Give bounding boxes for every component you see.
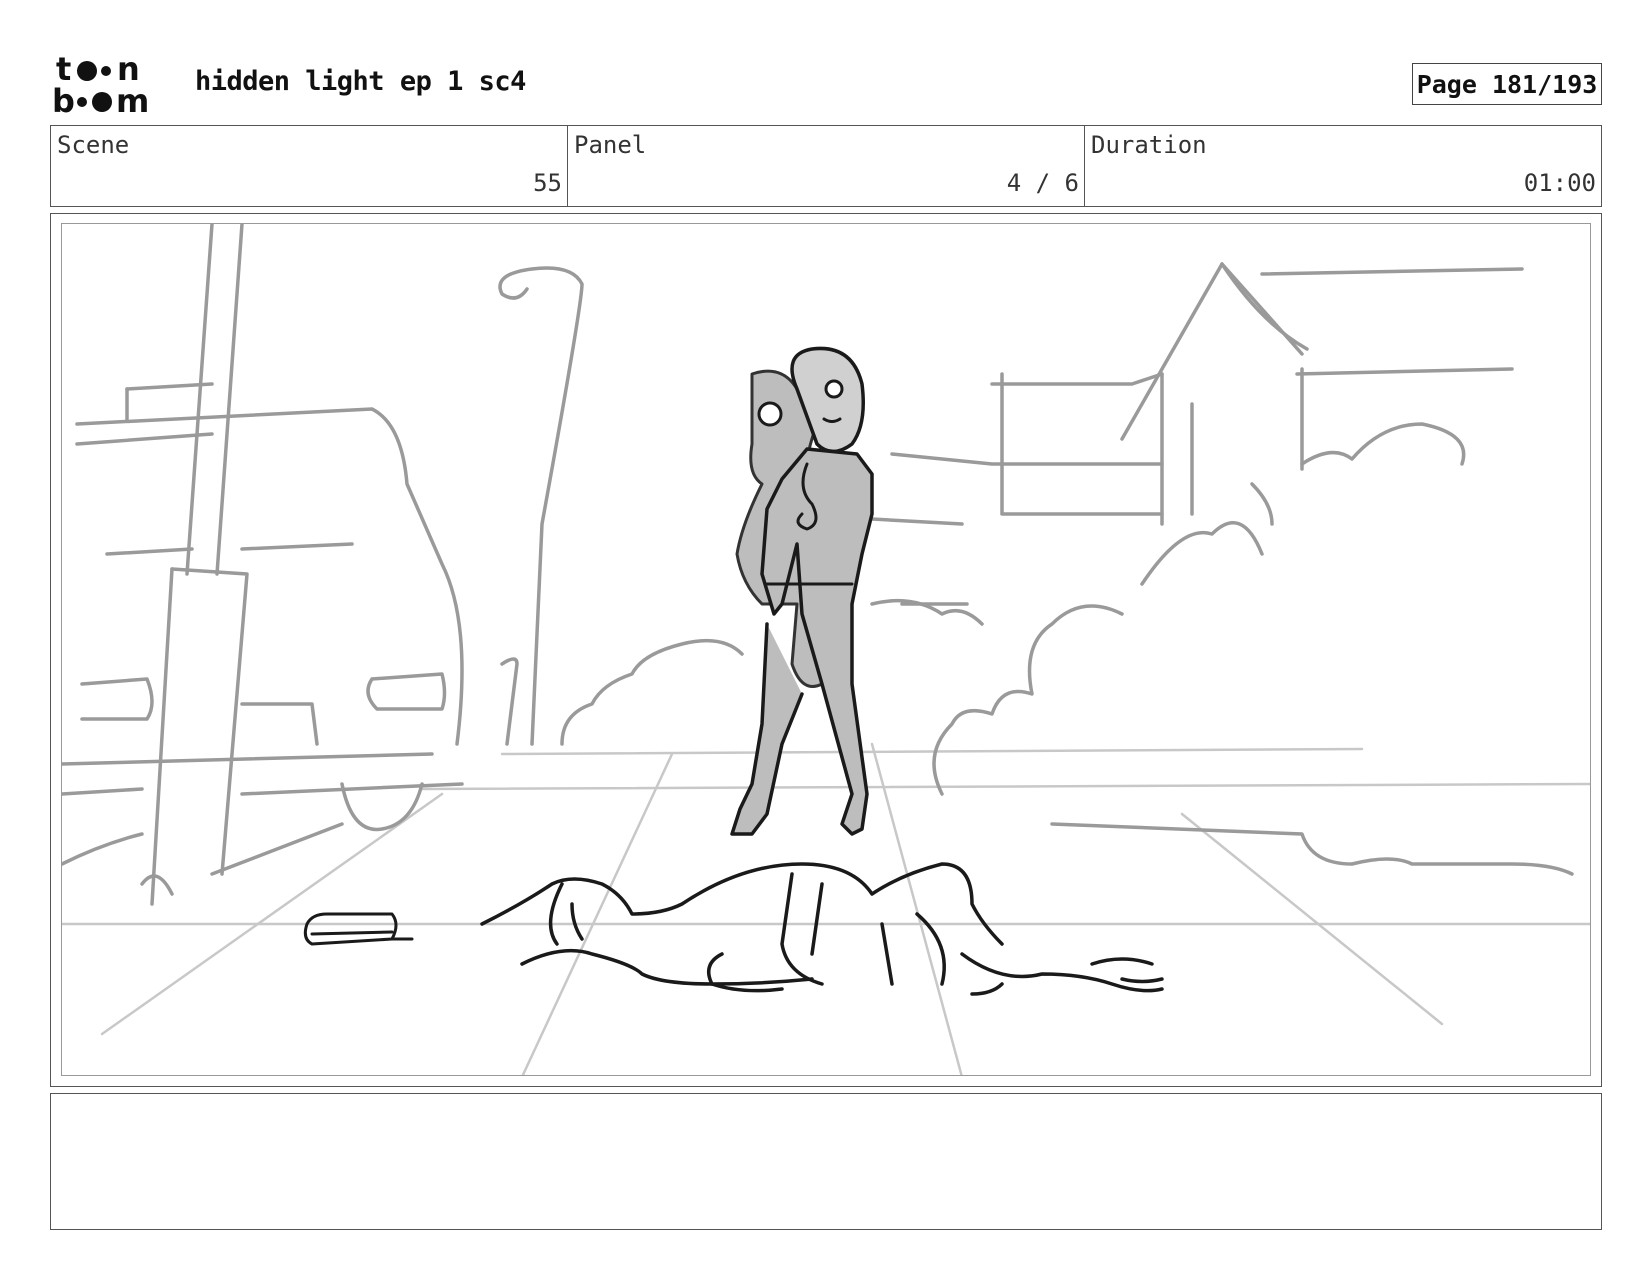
panel-value: 4 / 6 bbox=[1006, 169, 1079, 197]
book-on-ground bbox=[303, 912, 414, 946]
scene-value: 55 bbox=[533, 169, 562, 197]
fallen-person bbox=[480, 862, 1164, 996]
scene-label: Scene bbox=[57, 131, 130, 159]
duration-label: Duration bbox=[1091, 131, 1207, 159]
page-number: Page 181/193 bbox=[1412, 63, 1602, 105]
panel-cell: Panel 4 / 6 bbox=[568, 126, 1085, 206]
svg-text:m: m bbox=[116, 82, 149, 118]
panel-label: Panel bbox=[574, 131, 647, 159]
duration-value: 01:00 bbox=[1523, 169, 1596, 197]
toon-boom-logo: t n b m bbox=[52, 50, 172, 120]
duration-cell: Duration 01:00 bbox=[1085, 126, 1601, 206]
panel-image bbox=[61, 223, 1591, 1076]
document-title: hidden light ep 1 sc4 bbox=[195, 66, 526, 97]
panel-frame bbox=[50, 213, 1602, 1087]
notes-box bbox=[50, 1093, 1602, 1230]
standing-character bbox=[730, 346, 874, 836]
info-row: Scene 55 Panel 4 / 6 Duration 01:00 bbox=[50, 125, 1602, 207]
svg-text:b: b bbox=[52, 82, 75, 118]
sidewalk-lines bbox=[62, 742, 1590, 1075]
scene-cell: Scene 55 bbox=[51, 126, 568, 206]
